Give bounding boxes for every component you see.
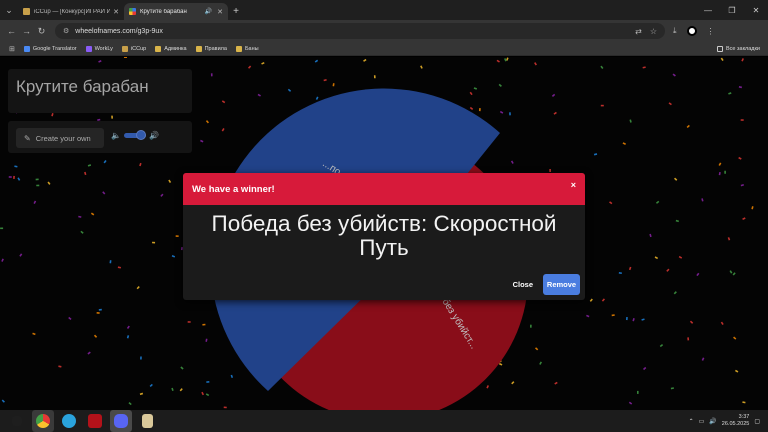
download-icon[interactable]: ⤓ xyxy=(673,26,677,36)
tab-search-icon[interactable]: ⌄ xyxy=(0,0,18,20)
bookmark-admin[interactable]: Админка xyxy=(155,45,187,52)
network-icon[interactable]: ▭ xyxy=(699,418,705,425)
chrome-icon xyxy=(36,414,50,428)
bookmark-bans[interactable]: Баны xyxy=(235,45,259,52)
page-viewport: ...по + тнамед без убийст... Крутите бар… xyxy=(0,57,768,410)
window-controls: — ❐ ✕ xyxy=(696,0,768,20)
profile-avatar[interactable] xyxy=(686,26,697,36)
tray-chevron-icon[interactable]: ⌃ xyxy=(689,418,694,425)
new-tab-icon[interactable]: + xyxy=(228,3,244,20)
bookmark-label: Google Translator xyxy=(32,45,77,52)
close-button[interactable]: Close xyxy=(513,280,533,289)
tab-title: Крутите барабан xyxy=(140,8,187,15)
tab-wheel[interactable]: Крутите барабан 🔊 ✕ xyxy=(124,3,228,20)
clock[interactable]: 3:37 26.05.2025 xyxy=(722,414,750,428)
url-text[interactable]: wheelofnames.com/g3p-9ux xyxy=(75,28,163,35)
address-toolbar: ← → ↻ ⚙ wheelofnames.com/g3p-9ux ⇄ ☆ ⤓ ⋮ xyxy=(0,20,768,42)
browser-tab-strip: ⌄ iCCup — [Конкурс]ИГРАЙ И П... ✕ Крутит… xyxy=(0,0,768,20)
file-icon xyxy=(141,414,153,428)
telegram-icon xyxy=(62,414,76,428)
taskbar-chrome[interactable] xyxy=(32,410,54,432)
minimize-icon[interactable]: — xyxy=(696,0,720,20)
dialog-close-icon[interactable]: × xyxy=(571,180,576,190)
bookmark-label: Баны xyxy=(244,45,259,52)
taskbar-app-discord[interactable] xyxy=(110,410,132,432)
bookmark-label: Админка xyxy=(164,45,187,52)
bookmark-label: iCCup xyxy=(130,45,147,52)
menu-icon[interactable]: ⋮ xyxy=(707,27,715,36)
forward-icon[interactable]: → xyxy=(19,26,34,36)
dialog-footer: Close Remove xyxy=(513,274,580,295)
remove-button[interactable]: Remove xyxy=(543,274,580,295)
taskbar-telegram[interactable] xyxy=(58,410,80,432)
translate-icon xyxy=(23,45,30,52)
clock-date: 26.05.2025 xyxy=(721,421,750,427)
winner-dialog: We have a winner! × Победа без убийств: … xyxy=(183,173,585,300)
reload-icon[interactable]: ↻ xyxy=(34,26,49,37)
winner-text: Победа без убийств: Скоростной Путь xyxy=(211,211,557,260)
start-icon[interactable] xyxy=(6,410,28,432)
bookmark-google-translator[interactable]: Google Translator xyxy=(23,45,77,52)
speaker-icon[interactable]: 🔊 xyxy=(205,8,212,15)
folder-icon xyxy=(195,45,202,52)
apps-icon[interactable]: ⊞ xyxy=(9,45,15,53)
folder-icon xyxy=(235,45,242,52)
close-tab-icon[interactable]: ✕ xyxy=(217,8,223,16)
bookmark-star-icon[interactable]: ☆ xyxy=(650,27,657,36)
omnibox[interactable]: ⚙ wheelofnames.com/g3p-9ux ⇄ ☆ xyxy=(55,23,665,39)
iccup-icon xyxy=(121,45,128,52)
close-tab-icon[interactable]: ✕ xyxy=(113,8,119,16)
bookmark-iccup[interactable]: iCCup xyxy=(121,45,147,52)
bookmark-label: Все закладки xyxy=(725,45,760,52)
all-bookmarks[interactable]: Все закладки xyxy=(716,45,760,52)
dialog-title: We have a winner! xyxy=(192,183,275,195)
windows-logo-icon xyxy=(12,416,22,426)
close-window-icon[interactable]: ✕ xyxy=(744,0,768,20)
back-icon[interactable]: ← xyxy=(4,26,19,36)
iccup-favicon-icon xyxy=(23,8,30,15)
wheel-favicon-icon xyxy=(129,8,136,15)
bookmark-rules[interactable]: Правила xyxy=(195,45,227,52)
maximize-icon[interactable]: ❐ xyxy=(720,0,744,20)
site-info-icon[interactable]: ⚙ xyxy=(63,27,69,35)
windows-taskbar: ⌃ ▭ 🔊 3:37 26.05.2025 ▢ xyxy=(0,410,768,432)
taskbar-app-red[interactable] xyxy=(84,410,106,432)
bookmark-label: Правила xyxy=(204,45,227,52)
tab-title: iCCup — [Конкурс]ИГРАЙ И П... xyxy=(34,8,111,15)
translate-icon[interactable]: ⇄ xyxy=(635,27,642,36)
clock-time: 3:37 xyxy=(738,414,750,420)
folder-icon xyxy=(155,45,162,52)
volume-tray-icon[interactable]: 🔊 xyxy=(709,418,716,425)
workly-icon xyxy=(85,45,92,52)
system-tray: ⌃ ▭ 🔊 3:37 26.05.2025 ▢ xyxy=(689,410,760,432)
notification-icon[interactable]: ▢ xyxy=(754,418,760,425)
dialog-header: We have a winner! × xyxy=(183,173,585,205)
tab-iccup[interactable]: iCCup — [Конкурс]ИГРАЙ И П... ✕ xyxy=(18,3,124,20)
app-red-icon xyxy=(88,414,102,428)
taskbar-app-file[interactable] xyxy=(136,410,158,432)
discord-icon xyxy=(114,414,128,428)
bookmarks-bar: ⊞ Google Translator WorkLy iCCup Админка… xyxy=(0,42,768,56)
bookmark-workly[interactable]: WorkLy xyxy=(85,45,113,52)
folder-icon xyxy=(716,45,723,52)
bookmark-label: WorkLy xyxy=(94,45,113,52)
